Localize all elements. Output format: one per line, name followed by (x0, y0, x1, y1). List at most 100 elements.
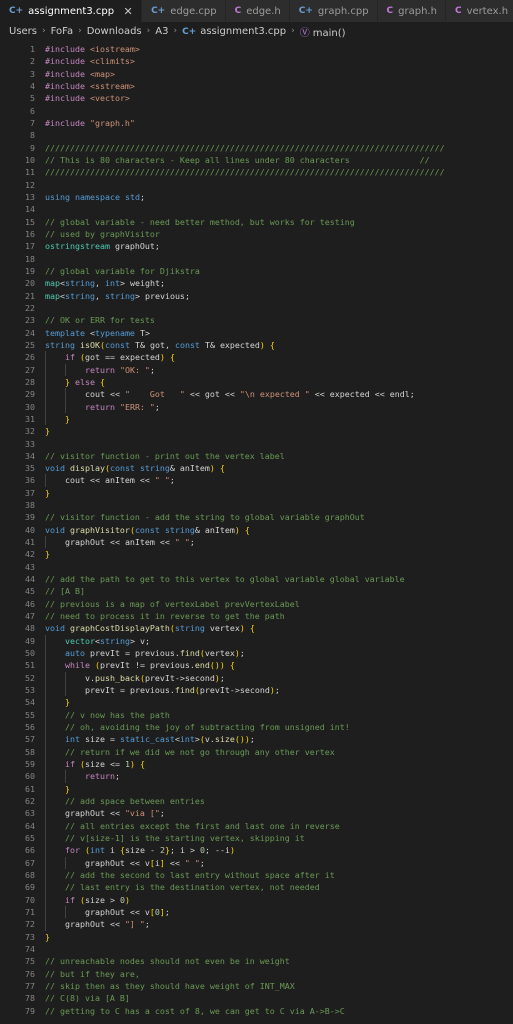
code-line[interactable]: return; (45, 770, 513, 783)
code-line[interactable]: // add space between entries (45, 795, 513, 808)
code-line[interactable]: // oh, avoiding the joy of subtracting f… (45, 721, 513, 734)
code-line[interactable]: void graphVisitor(const string& anItem) … (45, 524, 513, 536)
breadcrumb-item-fofa[interactable]: FoFa (51, 26, 73, 37)
code-line[interactable]: cout << " Got " << got << "\n expected "… (45, 388, 513, 401)
code-line[interactable]: v.push_back(prevIt->second); (45, 671, 513, 685)
code-content[interactable]: #include <iostream> #include <climits> #in… (45, 40, 513, 1024)
code-line[interactable]: void graphCostDisplayPath(string vertex)… (45, 622, 513, 634)
code-line[interactable]: string isOK(const T& got, const T& expec… (45, 339, 513, 351)
code-line[interactable] (45, 105, 513, 117)
code-line[interactable]: // v now has the path (45, 708, 513, 722)
code-line[interactable]: } else { (45, 375, 513, 389)
code-line[interactable] (45, 438, 513, 450)
code-line[interactable]: // skip then as they should have weight … (45, 980, 513, 992)
code-line[interactable]: // [A B] (45, 585, 513, 597)
code-line[interactable]: using namespace std; (45, 191, 513, 203)
breadcrumb-separator-icon: › (42, 26, 46, 36)
code-line[interactable]: graphOut << "] "; (45, 918, 513, 931)
code-line[interactable]: map<string, int> weight; (45, 277, 513, 289)
code-line[interactable]: #include <sstream> (45, 80, 513, 92)
code-line[interactable]: graphOut << v[i] << " "; (45, 856, 513, 869)
breadcrumb-item-assignment3-cpp[interactable]: C+ assignment3.cpp (182, 26, 286, 37)
code-line[interactable] (45, 129, 513, 141)
code-line[interactable]: // unreachable nodes should not even be … (45, 955, 513, 967)
code-line[interactable]: #include "graph.h" (45, 117, 513, 129)
code-line[interactable]: int size = static_cast<int>(v.size()); (45, 733, 513, 746)
code-line[interactable]: graphOut << v[0]; (45, 905, 513, 919)
code-line[interactable]: // add the second to last entry without … (45, 868, 513, 882)
h-file-icon: C (386, 5, 394, 16)
line-number: 55 (25, 709, 35, 720)
editor-tab-graph-h[interactable]: Cgraph.h (377, 0, 446, 22)
code-line[interactable]: #include <iostream> (45, 43, 513, 55)
code-line[interactable]: // global variable - need better method,… (45, 216, 513, 228)
code-line[interactable]: cout << anItem << " "; (45, 474, 513, 487)
code-line[interactable]: template <typename T> (45, 327, 513, 339)
code-line[interactable]: graphOut << "via ["; (45, 807, 513, 820)
code-line[interactable]: auto prevIt = previous.find(vertex); (45, 647, 513, 660)
code-line[interactable]: // all entries except the first and last… (45, 819, 513, 832)
editor-tab-vertex-h[interactable]: Cvertex.h (445, 0, 513, 22)
editor-tab-edge-h[interactable]: Cedge.h (225, 0, 290, 22)
code-line[interactable]: // getting to C has a cost of 8, we can … (45, 1005, 513, 1017)
code-line[interactable]: // previous is a map of vertexLabel prev… (45, 598, 513, 610)
code-line[interactable]: // v[size-1] is the starting vertex, ski… (45, 832, 513, 845)
code-line[interactable]: ostringstream graphOut; (45, 240, 513, 252)
code-line[interactable]: prevIt = previous.find(prevIt->second); (45, 684, 513, 697)
code-line[interactable] (45, 253, 513, 265)
code-line[interactable]: if (got == expected) { (45, 351, 513, 364)
editor-tab-label: graph.h (398, 5, 437, 17)
code-line[interactable] (45, 302, 513, 314)
code-line[interactable]: // C(8) via [A B] (45, 992, 513, 1004)
code-line[interactable] (45, 943, 513, 955)
code-line[interactable]: return "ERR: "; (45, 400, 513, 413)
editor-tab-edge-cpp[interactable]: C+ edge.cpp (142, 0, 226, 22)
code-line[interactable]: for (int i {size - 2}; i > 0; --i) (45, 844, 513, 857)
code-line[interactable]: // but if they are, (45, 968, 513, 980)
code-line[interactable]: #include <climits> (45, 55, 513, 67)
code-line[interactable]: map<string, string> previous; (45, 290, 513, 302)
code-line[interactable]: #include <vector> (45, 92, 513, 104)
code-line[interactable]: } (45, 548, 513, 560)
code-line[interactable]: ////////////////////////////////////////… (45, 166, 513, 178)
code-line[interactable]: if (size > 0) (45, 893, 513, 906)
line-number: 42 (25, 549, 35, 560)
editor-tab-graph-cpp[interactable]: C+ graph.cpp (289, 0, 378, 22)
code-line[interactable]: vector<string> v; (45, 634, 513, 648)
code-line[interactable]: // last entry is the destination vertex,… (45, 881, 513, 894)
code-line[interactable]: #include <map> (45, 68, 513, 80)
code-line[interactable]: ////////////////////////////////////////… (45, 142, 513, 154)
code-line[interactable]: } (45, 782, 513, 796)
code-line[interactable]: // OK or ERR for tests (45, 314, 513, 326)
code-line[interactable]: // global variable for Djikstra (45, 265, 513, 277)
code-line[interactable] (45, 499, 513, 511)
code-line[interactable]: return "OK: "; (45, 363, 513, 376)
code-line[interactable]: } (45, 412, 513, 426)
code-line[interactable]: // need to process it in reverse to get … (45, 610, 513, 622)
breadcrumb-item-users[interactable]: Users (9, 26, 37, 37)
code-line[interactable]: graphOut << anItem << " "; (45, 536, 513, 549)
code-line[interactable]: // visitor function - add the string to … (45, 511, 513, 523)
code-line[interactable]: // visitor function - print out the vert… (45, 450, 513, 462)
code-editor[interactable]: 1 2 3 4 5 6 7 8 9 10 11 12 13 14 15 16 17 18 19 20 21 22 23 24 2… (0, 40, 513, 1024)
breadcrumb-item-downloads[interactable]: Downloads (87, 26, 142, 37)
code-line[interactable] (45, 561, 513, 573)
code-line[interactable]: // This is 80 characters - Keep all line… (45, 154, 513, 166)
code-line[interactable]: void display(const string& anItem) { (45, 462, 513, 474)
breadcrumb-item-a3[interactable]: A3 (155, 26, 168, 37)
close-icon[interactable]: ✕ (123, 6, 133, 17)
code-line[interactable]: // used by graphVisitor (45, 228, 513, 240)
code-line[interactable]: if (size <= 1) { (45, 758, 513, 771)
code-line[interactable]: } (45, 487, 513, 499)
editor-tab-assignment3-cpp[interactable]: C+ assignment3.cpp ✕ (0, 0, 143, 22)
code-line[interactable]: } (45, 931, 513, 943)
code-line[interactable] (45, 203, 513, 215)
code-line[interactable] (45, 179, 513, 191)
code-line[interactable]: // add the path to get to this vertex to… (45, 573, 513, 585)
code-line[interactable]: } (45, 425, 513, 437)
breadcrumb-item-main-[interactable]: Ⓥmain() (300, 24, 346, 39)
code-line[interactable]: while (prevIt != previous.end()) { (45, 659, 513, 672)
code-line[interactable]: // return if we did we not go through an… (45, 745, 513, 759)
code-line[interactable]: } (45, 696, 513, 709)
breadcrumb-item-label: assignment3.cpp (200, 25, 287, 37)
